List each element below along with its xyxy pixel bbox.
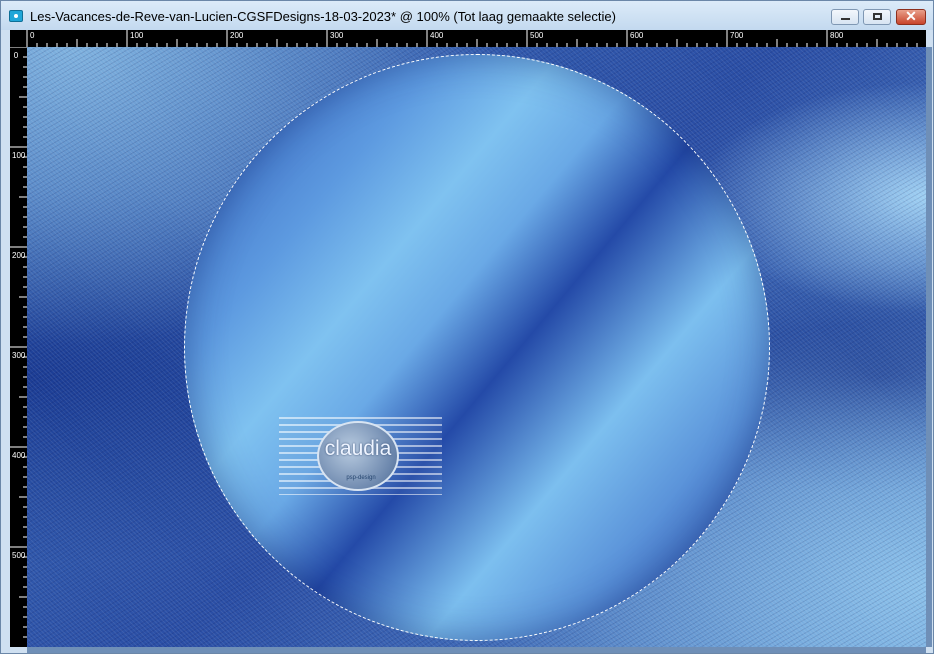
maximize-button[interactable] bbox=[863, 9, 891, 25]
minimize-button[interactable] bbox=[831, 9, 859, 25]
minimize-icon bbox=[841, 18, 850, 20]
vertical-scrollbar[interactable] bbox=[926, 47, 932, 647]
close-button[interactable]: ✕ bbox=[896, 8, 926, 25]
vruler-label-500: 500 bbox=[12, 551, 26, 560]
hruler-label-0: 0 bbox=[30, 31, 35, 40]
horizontal-ruler-ticks bbox=[26, 30, 918, 47]
hruler-label-100: 100 bbox=[130, 31, 144, 40]
hruler-label-700: 700 bbox=[730, 31, 744, 40]
window-title: Les-Vacances-de-Reve-van-Lucien-CGSFDesi… bbox=[30, 9, 616, 24]
circular-selection-marquee[interactable] bbox=[184, 54, 770, 641]
vruler-label-0: 0 bbox=[13, 51, 19, 60]
logo-subtext: psp-design bbox=[346, 475, 376, 481]
vruler-label-200: 200 bbox=[12, 251, 26, 260]
logo-text: claudia bbox=[324, 437, 392, 460]
app-icon[interactable] bbox=[9, 10, 23, 22]
title-bar[interactable]: Les-Vacances-de-Reve-van-Lucien-CGSFDesi… bbox=[1, 1, 933, 30]
image-canvas[interactable]: claudia psp-design bbox=[27, 47, 926, 647]
hruler-label-200: 200 bbox=[230, 31, 244, 40]
vertical-ruler: 0 100 200 300 400 500 bbox=[10, 47, 27, 647]
image-window: Les-Vacances-de-Reve-van-Lucien-CGSFDesi… bbox=[0, 0, 934, 654]
hruler-label-400: 400 bbox=[430, 31, 444, 40]
horizontal-ruler: 0 100 200 300 400 500 600 700 800 bbox=[10, 30, 926, 47]
vruler-label-300: 300 bbox=[12, 351, 26, 360]
hruler-label-500: 500 bbox=[530, 31, 544, 40]
hruler-label-600: 600 bbox=[630, 31, 644, 40]
hruler-label-800: 800 bbox=[830, 31, 844, 40]
vruler-label-100: 100 bbox=[12, 151, 26, 160]
vruler-label-400: 400 bbox=[12, 451, 26, 460]
horizontal-scrollbar[interactable] bbox=[27, 647, 926, 653]
watermark-logo: claudia psp-design bbox=[279, 417, 442, 495]
hruler-label-300: 300 bbox=[330, 31, 344, 40]
maximize-icon bbox=[873, 13, 882, 20]
close-icon: ✕ bbox=[905, 8, 917, 24]
